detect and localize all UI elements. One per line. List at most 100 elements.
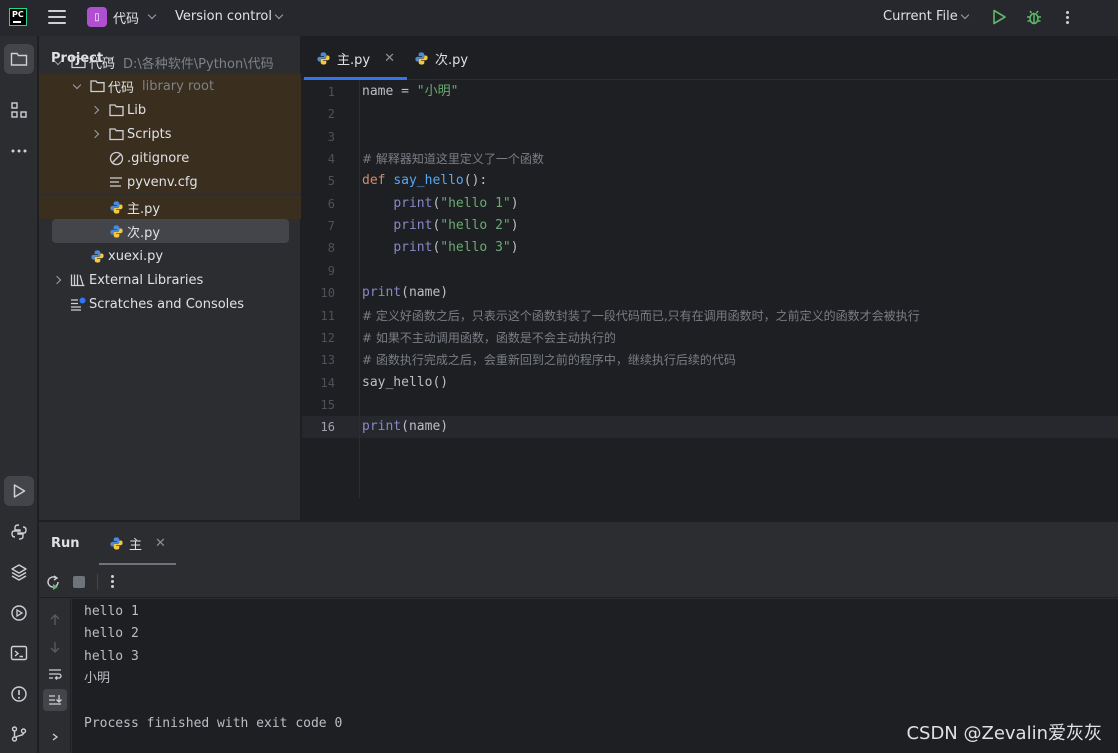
tree-item[interactable]: xuexi.py bbox=[52, 244, 289, 268]
line-number: 4 bbox=[327, 152, 335, 167]
code-token: name = bbox=[362, 84, 417, 99]
code-token: say_hello bbox=[393, 173, 464, 189]
chevron-right-icon[interactable] bbox=[52, 274, 64, 286]
project-switcher[interactable]: ▯ 代码 bbox=[87, 7, 157, 27]
more-actions-icon[interactable] bbox=[1058, 8, 1076, 26]
soft-wrap-icon[interactable] bbox=[47, 667, 63, 681]
structure-icon bbox=[11, 102, 27, 118]
folder-icon bbox=[89, 78, 105, 94]
code-token: def bbox=[362, 173, 394, 189]
line-number: 2 bbox=[327, 107, 335, 122]
version-control-label: Version control bbox=[175, 9, 272, 24]
terminal-icon bbox=[10, 645, 28, 661]
python-file-icon bbox=[415, 51, 428, 65]
tool-window-strip bbox=[0, 36, 38, 753]
chevron-right-icon[interactable] bbox=[90, 104, 102, 116]
more-actions-icon[interactable] bbox=[109, 575, 115, 588]
code-token: # 解释器知道这里定义了一个函数 bbox=[362, 152, 544, 167]
editor-tab-ci-py[interactable]: 次.py bbox=[402, 36, 480, 80]
run-configuration-select[interactable]: Current File bbox=[883, 9, 969, 24]
tree-item[interactable]: Scratches and Consoles bbox=[52, 292, 289, 316]
code-line: def say_hello(): bbox=[362, 170, 487, 192]
tree-item[interactable]: 次.py bbox=[52, 219, 289, 243]
chevron-right-icon[interactable] bbox=[50, 732, 60, 742]
tree-item[interactable]: 代码 library root bbox=[39, 74, 301, 98]
rerun-icon[interactable] bbox=[45, 574, 61, 590]
run-tab-main[interactable]: 主 ✕ bbox=[99, 522, 176, 565]
code-token: say_hello() bbox=[362, 374, 449, 390]
more-tool-windows-button[interactable] bbox=[4, 136, 34, 166]
ignore-file-icon bbox=[108, 150, 124, 166]
tree-item[interactable]: Scripts bbox=[39, 122, 301, 146]
tree-item-label: .gitignore bbox=[127, 150, 190, 166]
code-token: (name) bbox=[401, 419, 449, 435]
chevron-down-icon[interactable] bbox=[52, 56, 64, 68]
services-icon bbox=[11, 605, 27, 621]
code-token: (): bbox=[463, 173, 488, 189]
tree-item[interactable]: pyvenv.cfg bbox=[39, 170, 301, 194]
scratches-icon bbox=[70, 296, 86, 312]
git-tool-button[interactable] bbox=[4, 719, 34, 749]
code-token: print bbox=[362, 419, 402, 435]
tree-item-hint: D:\各种软件\Python\代码 bbox=[123, 56, 274, 72]
debug-icon[interactable] bbox=[1025, 8, 1043, 26]
scroll-to-end-button[interactable] bbox=[43, 689, 67, 711]
code-token: "hello 2" bbox=[440, 218, 511, 234]
code-token: print bbox=[393, 218, 433, 234]
code-token: "小明" bbox=[416, 84, 459, 99]
editor-tab-label: 次.py bbox=[435, 52, 469, 68]
editor-tab-bar: 主.py ✕ 次.py bbox=[302, 36, 1118, 80]
code-editor[interactable]: 1 2 3 4 5 6 7 8 9 10 11 12 13 14 15 16 name = "小明" # 解释器… bbox=[302, 80, 1118, 520]
chevron-down-icon bbox=[960, 10, 969, 19]
code-line: # 解释器知道这里定义了一个函数 bbox=[362, 148, 544, 170]
chevron-right-icon[interactable] bbox=[90, 128, 102, 140]
line-number: 8 bbox=[327, 241, 335, 256]
tree-item-label: Scratches and Consoles bbox=[89, 296, 245, 312]
terminal-tool-button[interactable] bbox=[4, 638, 34, 668]
line-number: 14 bbox=[320, 375, 335, 390]
tree-item[interactable]: 主.py bbox=[39, 195, 301, 219]
csdn-watermark: CSDN @Zevalin爱灰灰 bbox=[906, 723, 1102, 744]
run-icon[interactable] bbox=[990, 8, 1008, 26]
line-number: 6 bbox=[327, 196, 335, 211]
code-line: print(name) bbox=[362, 416, 448, 438]
python-packages-tool-button[interactable] bbox=[4, 557, 34, 587]
close-icon[interactable]: ✕ bbox=[384, 51, 395, 66]
python-file-icon bbox=[108, 223, 124, 239]
tree-item[interactable]: Lib bbox=[39, 98, 301, 122]
tree-item[interactable]: External Libraries bbox=[52, 268, 289, 292]
code-token: "hello 3" bbox=[440, 240, 511, 256]
editor-tab-main-py[interactable]: 主.py ✕ bbox=[304, 36, 407, 80]
main-menu-icon[interactable] bbox=[48, 10, 66, 26]
python-console-tool-button[interactable] bbox=[4, 517, 34, 547]
stop-icon[interactable] bbox=[73, 576, 85, 588]
arrow-up-icon[interactable] bbox=[48, 613, 62, 627]
run-tool-button[interactable] bbox=[4, 476, 34, 506]
problems-tool-button[interactable] bbox=[4, 679, 34, 709]
project-tool-button[interactable] bbox=[4, 44, 34, 74]
line-number: 12 bbox=[320, 330, 335, 345]
arrow-down-icon[interactable] bbox=[48, 640, 62, 654]
structure-tool-button[interactable] bbox=[4, 95, 34, 125]
tree-item-label: External Libraries bbox=[89, 272, 204, 288]
editor-tab-label: 主.py bbox=[337, 52, 371, 68]
tree-item[interactable]: .gitignore bbox=[39, 146, 301, 170]
python-file-icon bbox=[317, 51, 330, 65]
tree-item-label: Scripts bbox=[127, 126, 172, 142]
git-branch-icon bbox=[11, 726, 27, 742]
services-tool-button[interactable] bbox=[4, 598, 34, 628]
run-configuration-label: Current File bbox=[883, 9, 958, 24]
tree-item[interactable]: 代码 D:\各种软件\Python\代码 bbox=[52, 50, 289, 74]
problems-icon bbox=[11, 686, 27, 702]
chevron-down-icon[interactable] bbox=[71, 80, 83, 92]
console-line: Process finished with exit code 0 bbox=[84, 716, 343, 731]
close-icon[interactable]: ✕ bbox=[155, 536, 166, 551]
line-number: 5 bbox=[327, 174, 335, 189]
line-number-gutter: 1 2 3 4 5 6 7 8 9 10 11 12 13 14 15 16 bbox=[302, 80, 360, 498]
more-horizontal-icon bbox=[11, 149, 27, 153]
line-number: 11 bbox=[320, 308, 335, 323]
python-file-icon bbox=[89, 248, 105, 264]
version-control-menu[interactable]: Version control bbox=[175, 9, 284, 24]
line-number: 13 bbox=[320, 353, 335, 368]
